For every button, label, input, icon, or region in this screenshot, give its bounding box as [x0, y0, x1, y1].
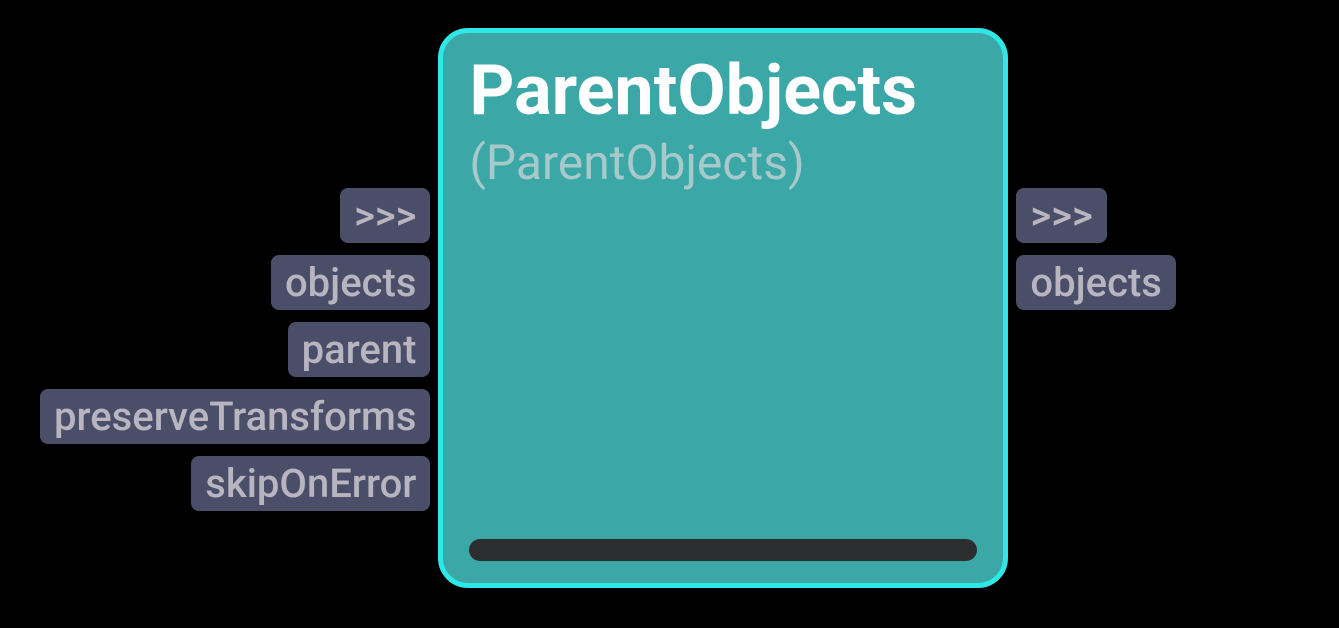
input-port-preserve-transforms[interactable]: preserveTransforms [40, 389, 430, 444]
input-port-objects[interactable]: objects [271, 255, 430, 310]
node-graph-container: >>> objects parent preserveTransforms sk… [40, 28, 1176, 588]
node-box[interactable]: ParentObjects (ParentObjects) [438, 28, 1008, 588]
input-port-exec[interactable]: >>> [340, 188, 430, 243]
inputs-column: >>> objects parent preserveTransforms sk… [40, 188, 430, 511]
node-title: ParentObjects [469, 53, 977, 130]
input-port-parent[interactable]: parent [288, 322, 431, 377]
outputs-column: >>> objects [1016, 188, 1175, 310]
input-port-skip-on-error[interactable]: skipOnError [191, 456, 430, 511]
node-subtitle: (ParentObjects) [469, 134, 977, 191]
output-port-objects[interactable]: objects [1016, 255, 1175, 310]
output-port-exec[interactable]: >>> [1016, 188, 1106, 243]
node-footer-bar [469, 539, 977, 561]
